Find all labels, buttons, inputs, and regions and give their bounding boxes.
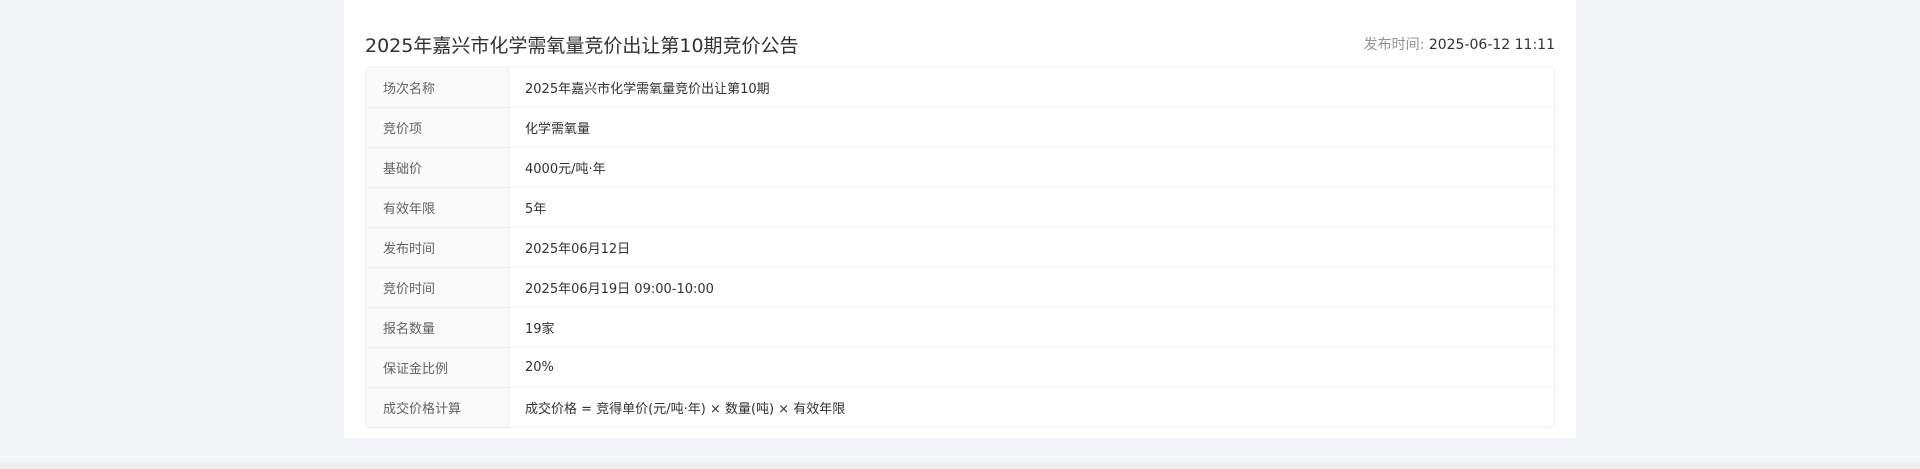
notice-header: 2025年嘉兴市化学需氧量竞价出让第10期竞价公告 发布时间: 2025-06-… [365, 26, 1555, 62]
row-label-base-price: 基础价 [366, 148, 509, 187]
row-value-deposit-ratio: 20% [525, 360, 554, 375]
page-title: 2025年嘉兴市化学需氧量竞价出让第10期竞价公告 [365, 34, 799, 57]
row-value-valid-years: 5年 [525, 202, 547, 217]
row-value-session-name: 2025年嘉兴市化学需氧量竞价出让第10期 [525, 82, 770, 97]
row-value-bid-time: 2025年06月19日 09:00-10:00 [525, 282, 714, 297]
table-row: 保证金比例 20% [366, 347, 1554, 387]
publish-time-label: 发布时间: [1363, 37, 1425, 53]
table-row: 有效年限 5年 [366, 187, 1554, 227]
row-label-deposit-ratio: 保证金比例 [366, 348, 509, 387]
table-row: 报名数量 19家 [366, 307, 1554, 347]
row-label-bid-item: 竞价项 [366, 108, 509, 147]
table-row: 竞价项 化学需氧量 [366, 107, 1554, 147]
row-value-bid-item: 化学需氧量 [525, 122, 591, 137]
table-row: 成交价格计算 成交价格 = 竞得单价(元/吨·年) × 数量(吨) × 有效年限 [366, 387, 1554, 427]
details-table: 场次名称 2025年嘉兴市化学需氧量竞价出让第10期 竞价项 化学需氧量 基础价… [365, 67, 1555, 428]
row-value-base-price: 4000元/吨·年 [525, 162, 606, 177]
row-label-valid-years: 有效年限 [366, 188, 509, 227]
notice-card: 2025年嘉兴市化学需氧量竞价出让第10期竞价公告 发布时间: 2025-06-… [344, 0, 1576, 438]
row-value-registration-count: 19家 [525, 322, 555, 337]
row-label-price-formula: 成交价格计算 [366, 388, 509, 427]
row-value-price-formula: 成交价格 = 竞得单价(元/吨·年) × 数量(吨) × 有效年限 [525, 402, 846, 417]
row-label-bid-time: 竞价时间 [366, 268, 509, 307]
table-row: 竞价时间 2025年06月19日 09:00-10:00 [366, 267, 1554, 307]
table-row: 场次名称 2025年嘉兴市化学需氧量竞价出让第10期 [366, 68, 1554, 107]
row-label-session-name: 场次名称 [366, 68, 509, 107]
row-value-publish-date: 2025年06月12日 [525, 242, 631, 257]
publish-time-value: 2025-06-12 11:11 [1428, 37, 1555, 53]
footer-divider [0, 462, 1920, 469]
row-label-registration-count: 报名数量 [366, 308, 509, 347]
publish-time: 发布时间: 2025-06-12 11:11 [1364, 34, 1555, 54]
table-row: 基础价 4000元/吨·年 [366, 147, 1554, 187]
page: 2025年嘉兴市化学需氧量竞价出让第10期竞价公告 发布时间: 2025-06-… [0, 0, 1920, 469]
table-row: 发布时间 2025年06月12日 [366, 227, 1554, 267]
row-label-publish-date: 发布时间 [366, 228, 509, 267]
